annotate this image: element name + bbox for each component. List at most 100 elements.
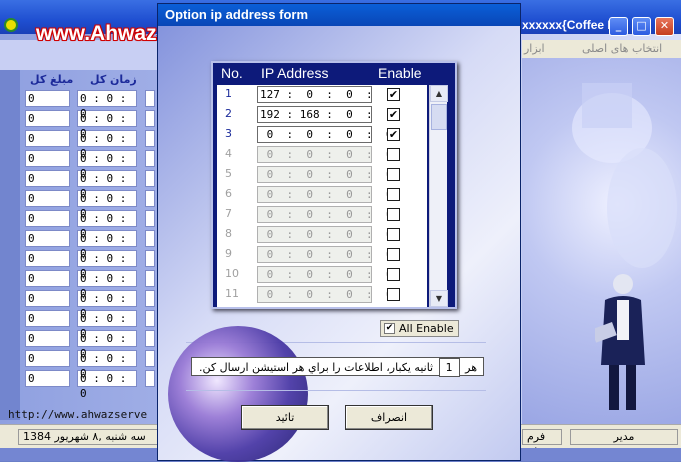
- globe-image: [168, 326, 308, 462]
- time-cell[interactable]: 0 : 0 : 0: [77, 210, 137, 240]
- extra-cell[interactable]: [145, 90, 155, 107]
- time-cell[interactable]: 0 : 0 : 0: [77, 330, 137, 360]
- amount-cell[interactable]: 0: [25, 310, 70, 327]
- time-cell[interactable]: 0 : 0 : 0: [77, 250, 137, 280]
- status-form: فرم فر: [522, 429, 562, 457]
- menu-item-main-options[interactable]: انتخاب های اصلی: [582, 42, 662, 55]
- enable-checkbox[interactable]: [387, 248, 400, 261]
- ip-address-field[interactable]: 0 : 0 : 0 : 0: [257, 146, 392, 163]
- close-icon[interactable]: ✕: [655, 17, 674, 36]
- scroll-up-icon[interactable]: ▲: [430, 85, 448, 102]
- extra-cell[interactable]: [145, 310, 155, 327]
- amount-cell[interactable]: 0: [25, 270, 70, 287]
- ip-address-field[interactable]: 0 : 0 : 0 : 0: [257, 286, 392, 303]
- ip-address-field[interactable]: 127 : 0 : 0 : 1: [257, 86, 392, 103]
- time-cell[interactable]: 0 : 0 : 0: [77, 170, 137, 200]
- ip-list-scrollbar[interactable]: ▲ ▼: [429, 85, 448, 307]
- scroll-down-icon[interactable]: ▼: [430, 290, 448, 307]
- ok-button[interactable]: تائيد: [241, 405, 329, 430]
- row-number: 6: [225, 187, 232, 200]
- time-cell[interactable]: 0 : 0 : 0: [77, 110, 137, 140]
- time-cell[interactable]: 0 : 0 : 0: [77, 190, 137, 220]
- all-enable-check-icon: ✔: [384, 323, 395, 334]
- amount-cell[interactable]: 0: [25, 210, 70, 227]
- amount-cell[interactable]: 0: [25, 330, 70, 347]
- ip-address-list: 1 127 : 0 : 0 : 1 ✔ 2 192 : 168 : 0 : 1| ✔ 3 0…: [217, 85, 427, 307]
- extra-cell[interactable]: [145, 150, 155, 167]
- ip-address-field[interactable]: 0 : 0 : 0 : 0: [257, 166, 392, 183]
- row-number: 9: [225, 247, 232, 260]
- time-cell[interactable]: 0 : 0 : 0: [77, 130, 137, 160]
- amount-cell[interactable]: 0: [25, 190, 70, 207]
- enable-checkbox[interactable]: ✔: [387, 128, 400, 141]
- amount-cell[interactable]: 0: [25, 130, 70, 147]
- enable-checkbox[interactable]: [387, 188, 400, 201]
- ip-address-panel: No. IP Address Enable 1 127 : 0 : 0 : 1 ✔ 2…: [211, 61, 457, 309]
- ip-address-field[interactable]: 192 : 168 : 0 : 1|: [257, 106, 399, 123]
- ip-address-field[interactable]: 0 : 0 : 0 : 0: [257, 186, 392, 203]
- enable-checkbox[interactable]: ✔: [387, 88, 400, 101]
- amount-cell[interactable]: 0: [25, 250, 70, 267]
- amount-cell[interactable]: 0: [25, 90, 70, 107]
- ip-address-field[interactable]: 0 : 0 : 0 : 0: [257, 206, 392, 223]
- ip-address-field[interactable]: 0 : 0 : 0 : 0: [257, 226, 392, 243]
- menu-item-tools[interactable]: ابزار: [524, 42, 545, 55]
- menu-bar: ابزار انتخاب های اصلی: [522, 40, 681, 58]
- extra-cell[interactable]: [145, 110, 155, 127]
- extra-cell[interactable]: [145, 130, 155, 147]
- extra-cell[interactable]: [145, 190, 155, 207]
- amount-cell[interactable]: 0: [25, 370, 70, 387]
- ip-row: 4 0 : 0 : 0 : 0: [217, 145, 427, 165]
- extra-cell[interactable]: [145, 270, 155, 287]
- extra-cell[interactable]: [145, 230, 155, 247]
- amount-cell[interactable]: 0: [25, 170, 70, 187]
- time-cell[interactable]: 0 : 0 : 0: [77, 150, 137, 180]
- time-cell[interactable]: 0 : 0 : 0: [77, 370, 137, 400]
- status-date: سه شنبه ,۸ شهریور 1384: [18, 429, 158, 445]
- extra-cell[interactable]: [145, 210, 155, 227]
- enable-checkbox[interactable]: [387, 288, 400, 301]
- extra-cell[interactable]: [145, 250, 155, 267]
- minimize-icon[interactable]: _: [609, 17, 628, 36]
- amount-cell[interactable]: 0: [25, 290, 70, 307]
- ip-address-field[interactable]: 0 : 0 : 0 : 0: [257, 126, 392, 143]
- all-enable-checkbox[interactable]: ✔ All Enable: [380, 320, 459, 337]
- time-cell[interactable]: 0 : 0 : 0: [77, 290, 137, 320]
- ip-row: 2 192 : 168 : 0 : 1| ✔: [217, 105, 427, 125]
- cancel-button[interactable]: انصراف: [345, 405, 433, 430]
- send-interval-row: هر 1 ثانيه يکبار، اطلاعات را براي هر است…: [191, 357, 484, 377]
- left-edge-strip: [0, 40, 20, 420]
- time-cell[interactable]: 0 : 0 : 0: [77, 310, 137, 340]
- time-cell[interactable]: 0 : 0 : 0: [77, 350, 137, 380]
- extra-cell[interactable]: [145, 290, 155, 307]
- amount-cell[interactable]: 0: [25, 110, 70, 127]
- row-number: 3: [225, 127, 232, 140]
- dialog-title: Option ip address form: [158, 4, 520, 26]
- time-cell[interactable]: 0 : 0 : 0: [77, 230, 137, 260]
- extra-cell[interactable]: [145, 370, 155, 387]
- enable-checkbox[interactable]: [387, 148, 400, 161]
- scroll-thumb[interactable]: [431, 104, 447, 130]
- status-url: http://www.ahwazserve: [8, 408, 148, 421]
- ip-address-field[interactable]: 0 : 0 : 0 : 0: [257, 266, 392, 283]
- time-cell[interactable]: 0 : 0 : 0: [77, 270, 137, 300]
- time-cell[interactable]: 0 : 0 : 0: [77, 90, 137, 120]
- enable-checkbox[interactable]: [387, 228, 400, 241]
- amount-column: 0 0 0 0 0 0 0 0 0 0 0 0 0 0 0: [25, 90, 70, 390]
- header-enable: Enable: [378, 65, 422, 81]
- extra-cell[interactable]: [145, 350, 155, 367]
- ip-address-field[interactable]: 0 : 0 : 0 : 0: [257, 246, 392, 263]
- column-header-time: زمان کل: [90, 73, 137, 86]
- enable-checkbox[interactable]: [387, 168, 400, 181]
- extra-cell[interactable]: [145, 330, 155, 347]
- amount-cell[interactable]: 0: [25, 150, 70, 167]
- enable-checkbox[interactable]: [387, 208, 400, 221]
- maximize-icon[interactable]: □: [632, 17, 651, 36]
- enable-checkbox[interactable]: [387, 268, 400, 281]
- extra-cell[interactable]: [145, 170, 155, 187]
- amount-cell[interactable]: 0: [25, 230, 70, 247]
- enable-checkbox[interactable]: ✔: [387, 108, 400, 121]
- amount-cell[interactable]: 0: [25, 350, 70, 367]
- ip-row: 6 0 : 0 : 0 : 0: [217, 185, 427, 205]
- interval-seconds-input[interactable]: 1: [438, 358, 460, 377]
